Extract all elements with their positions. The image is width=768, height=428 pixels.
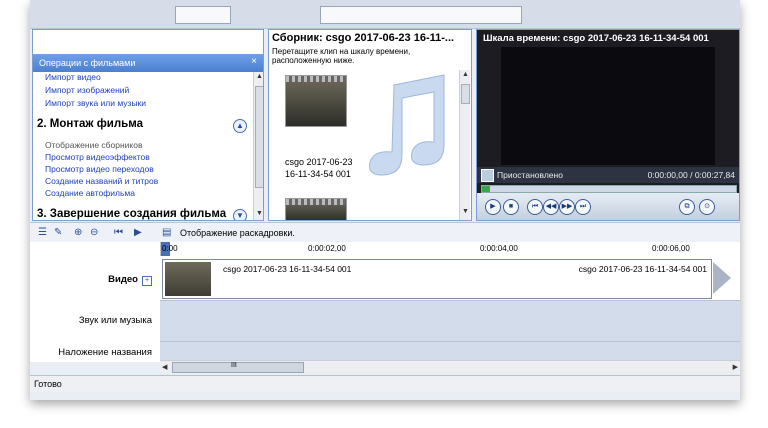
play-icon[interactable]: ▶: [485, 199, 501, 215]
rewind-icon[interactable]: ◀◀: [543, 199, 559, 215]
ruler-tick: 0:00:02,00: [308, 244, 346, 253]
scroll-grip: III: [231, 362, 237, 369]
automovie-link[interactable]: Создание автофильма: [45, 188, 135, 198]
clip-name-line1: csgo 2017-06-23: [285, 157, 353, 167]
import-video-link[interactable]: Импорт видео: [45, 72, 101, 82]
collapse-up-icon[interactable]: ▲: [233, 119, 247, 133]
toolbar-button[interactable]: [175, 6, 231, 24]
section-edit-movie[interactable]: 2. Монтаж фильма: [37, 118, 143, 130]
show-storyboard-label[interactable]: Отображение раскадровки.: [180, 228, 295, 238]
preview-monitor: Шкала времени: csgo 2017-06-23 16-11-34-…: [476, 29, 740, 221]
playback-status-icon: [481, 169, 494, 182]
collection-hint-line2: расположенную ниже.: [272, 56, 355, 65]
next-icon[interactable]: ⏭: [575, 199, 591, 215]
audio-track[interactable]: [160, 301, 740, 342]
stop-icon[interactable]: ■: [503, 199, 519, 215]
collection-scrollbar[interactable]: ▲ ▼: [459, 70, 470, 220]
status-text: Готово: [34, 379, 62, 389]
play-timeline-icon[interactable]: ▶: [134, 227, 142, 238]
scroll-up-icon[interactable]: ▲: [462, 71, 469, 78]
playback-time: 0:00:00,00 / 0:00:27,84: [647, 170, 735, 180]
scroll-thumb[interactable]: [255, 86, 263, 188]
monitor-title: Шкала времени: csgo 2017-06-23 16-11-34-…: [483, 33, 709, 44]
clip-thumbnail[interactable]: [285, 75, 347, 127]
view-transitions-link[interactable]: Просмотр видео переходов: [45, 164, 154, 174]
import-images-link[interactable]: Импорт изображений: [45, 85, 129, 95]
clip-thumbnail-2[interactable]: [285, 198, 347, 220]
show-storyboard-icon[interactable]: ▤: [162, 227, 171, 238]
section-finish-movie[interactable]: 3. Завершение создания фильма: [37, 208, 226, 220]
tasks-header: Операции с фильмами ×: [33, 54, 263, 72]
forward-icon[interactable]: ▶▶: [559, 199, 575, 215]
title-overlay-track-label: Наложение названия: [58, 347, 152, 358]
playback-controls: ▶ ■ ⏮ ◀◀ ▶▶ ⏭ ⧉ ⊙: [477, 193, 739, 220]
movie-maker-window: Операции с фильмами × Импорт видео Импор…: [30, 0, 740, 400]
ruler-tick: 0:00:04,00: [480, 244, 518, 253]
ruler-tick: 0:00: [162, 244, 178, 253]
playback-status: Приостановлено: [497, 170, 563, 180]
scroll-thumb[interactable]: [461, 84, 470, 104]
zoom-in-icon[interactable]: ⊕: [74, 227, 82, 238]
scroll-thumb[interactable]: III: [172, 362, 304, 373]
video-track[interactable]: csgo 2017-06-23 16-11-34-54 001 csgo 201…: [160, 256, 740, 301]
title-overlay-track[interactable]: [160, 342, 740, 360]
view-effects-link[interactable]: Просмотр видеоэффектов: [45, 152, 150, 162]
scroll-down-icon[interactable]: ▼: [256, 210, 263, 217]
clip-label: csgo 2017-06-23 16-11-34-54 001: [223, 264, 352, 274]
video-track-label: Видео: [108, 274, 138, 285]
ruler-tick: 0:00:06,00: [652, 244, 690, 253]
tasks-header-title: Операции с фильмами: [39, 58, 136, 68]
scroll-left-icon[interactable]: ◀: [162, 363, 167, 371]
collection-pane: Сборник: csgo 2017-06-23 16-11-... Перет…: [268, 29, 472, 221]
scroll-right-icon[interactable]: ▶: [733, 363, 738, 371]
previous-icon[interactable]: ⏮: [527, 199, 543, 215]
timeline-toolbar: ☰ ✎ ⊕ ⊖ ⏮ ▶ ▤ Отображение раскадровки.: [30, 222, 740, 243]
snapshot-icon[interactable]: ⊙: [699, 199, 715, 215]
seek-bar[interactable]: [481, 185, 737, 193]
audio-track-label: Звук или музыка: [78, 315, 152, 326]
close-icon[interactable]: ×: [251, 56, 257, 67]
clip-name-line2: 16-11-34-54 001: [285, 169, 351, 179]
zoom-out-icon[interactable]: ⊖: [90, 227, 98, 238]
narrate-icon[interactable]: ✎: [54, 227, 62, 238]
clip-label-end: csgo 2017-06-23 16-11-34-54 001: [578, 264, 707, 274]
toolbar-field[interactable]: [320, 6, 522, 24]
scroll-down-icon[interactable]: ▼: [462, 208, 469, 215]
storyboard-icon[interactable]: ☰: [38, 227, 47, 238]
transition-arrow-icon[interactable]: [713, 262, 731, 294]
show-collections-link[interactable]: Отображение сборников: [45, 140, 142, 150]
split-clip-icon[interactable]: ⧉: [679, 199, 695, 215]
scroll-up-icon[interactable]: ▲: [256, 73, 263, 80]
playback-status-row: Приостановлено 0:00:00,00 / 0:00:27,84: [477, 167, 739, 183]
timeline-ruler[interactable]: 0:00 0:00:02,00 0:00:04,00 0:00:06,00: [160, 242, 740, 257]
expand-icon[interactable]: +: [142, 276, 152, 286]
preview-screen: [501, 47, 715, 165]
status-bar: Готово: [30, 375, 740, 392]
rewind-timeline-icon[interactable]: ⏮: [114, 227, 123, 238]
collection-title: Сборник: csgo 2017-06-23 16-11-...: [272, 32, 455, 44]
tasks-pane: Операции с фильмами × Импорт видео Импор…: [32, 29, 264, 221]
import-audio-link[interactable]: Импорт звука или музыки: [45, 98, 146, 108]
tasks-scrollbar[interactable]: ▲ ▼: [253, 72, 263, 220]
collection-hint-line1: Перетащите клип на шкалу времени,: [272, 47, 411, 56]
clip-thumbnail: [165, 262, 211, 296]
toolbar: [30, 0, 740, 29]
timeline-clip[interactable]: csgo 2017-06-23 16-11-34-54 001 csgo 201…: [162, 259, 712, 299]
music-note-icon: [369, 74, 445, 176]
seek-thumb[interactable]: [482, 186, 490, 192]
make-titles-link[interactable]: Создание названий и титров: [45, 176, 158, 186]
timeline-scrollbar[interactable]: ◀ III ▶: [160, 360, 740, 373]
track-labels: Видео + Звук или музыка Наложение назван…: [30, 242, 161, 362]
collapse-down-icon[interactable]: ▼: [233, 209, 247, 220]
